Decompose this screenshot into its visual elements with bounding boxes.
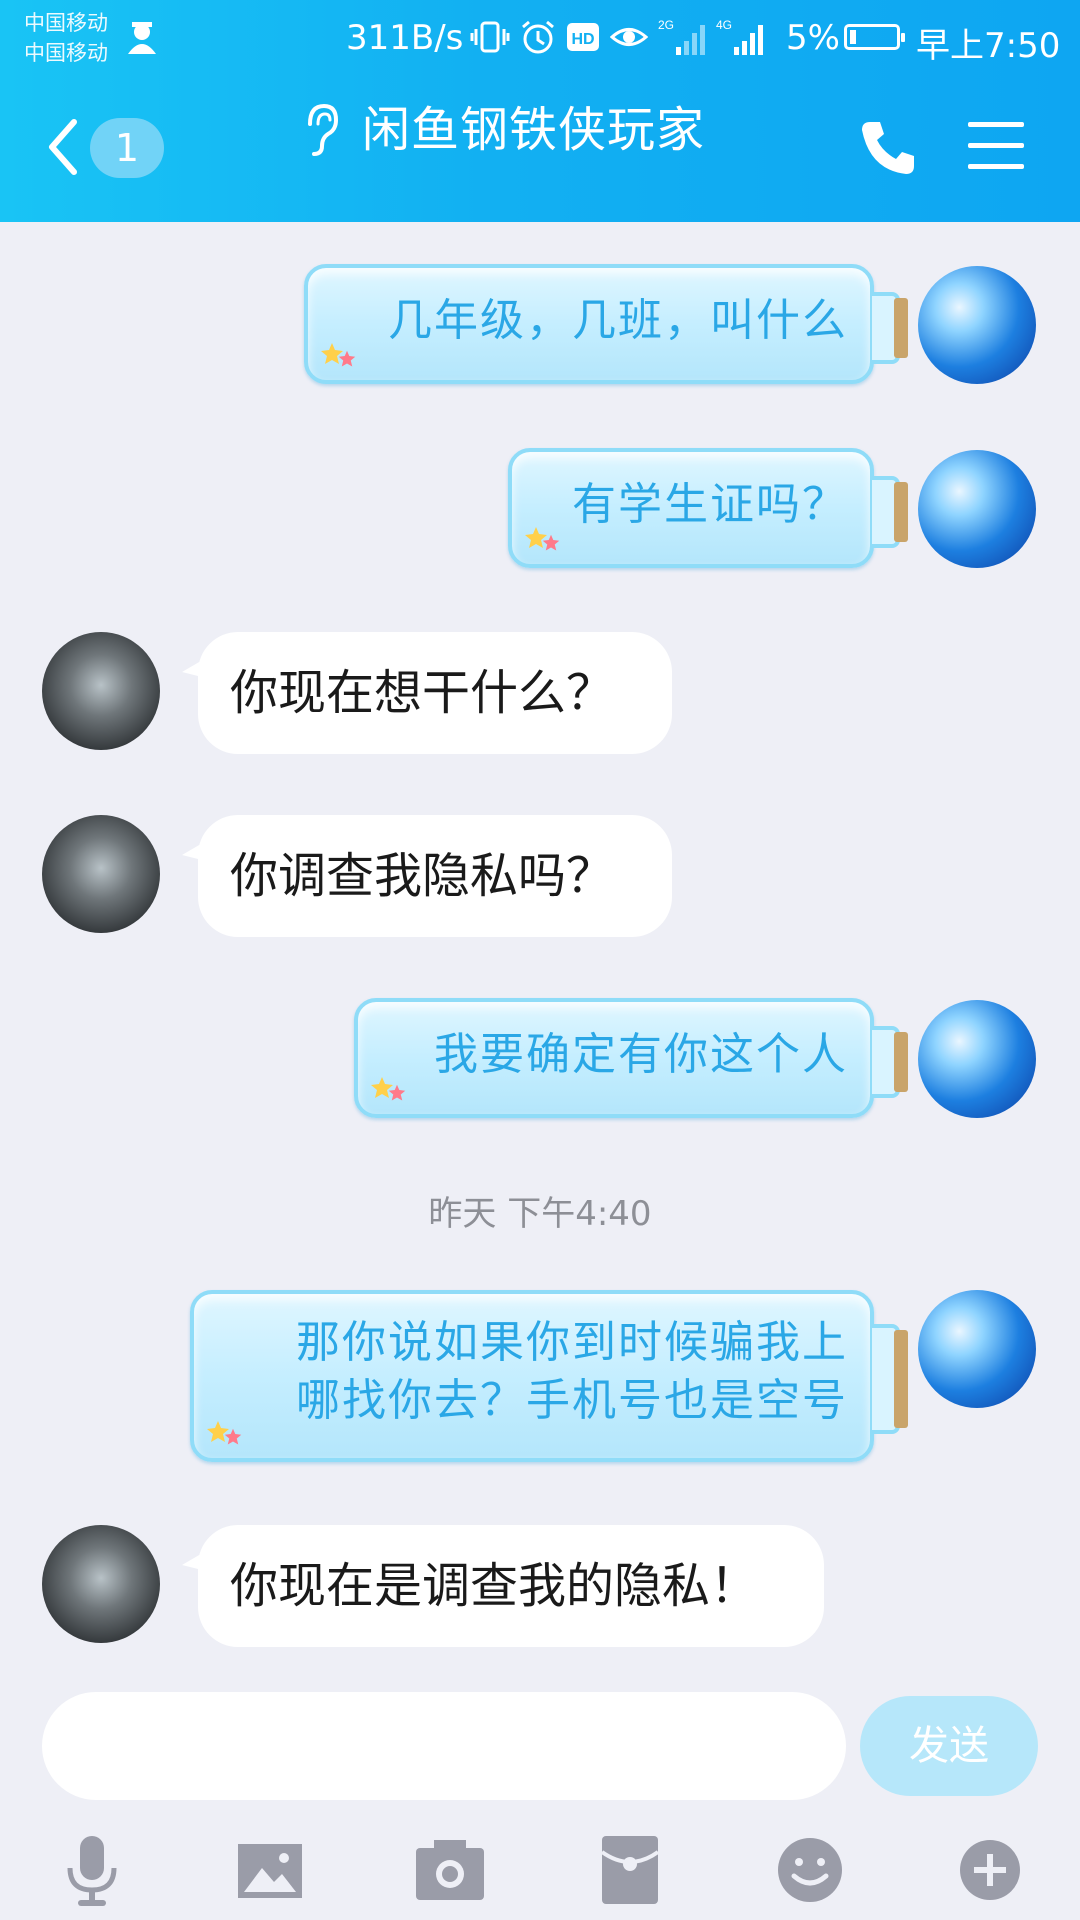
battery-icon bbox=[844, 24, 905, 50]
message-bubble-outgoing[interactable]: 几年级，几班，叫什么 bbox=[304, 264, 908, 384]
red-packet-icon[interactable] bbox=[590, 1830, 670, 1910]
message-text: 几年级，几班，叫什么 bbox=[388, 295, 848, 346]
message-text: 你现在是调查我的隐私！ bbox=[230, 1558, 759, 1614]
star-icon bbox=[224, 1428, 242, 1445]
message-text: 有学生证吗？ bbox=[572, 479, 848, 530]
signal-2g-icon: 2G bbox=[658, 18, 705, 55]
chat-header: 中国移动 中国移动 311B/s HD 2G 4G 5% 早上7:50 1 闲鱼… bbox=[0, 0, 1080, 222]
signal-4g-icon: 4G bbox=[716, 18, 763, 55]
message-bubble-incoming[interactable]: 你现在想干什么？ bbox=[182, 632, 672, 754]
image-icon[interactable] bbox=[230, 1830, 310, 1910]
carrier-person-icon bbox=[128, 22, 156, 54]
status-time: 早上7:50 bbox=[916, 26, 1061, 66]
carrier-2: 中国移动 bbox=[24, 41, 108, 65]
message-line: 那你说如果你到时候骗我上 bbox=[296, 1317, 848, 1368]
ear-icon[interactable] bbox=[300, 102, 340, 158]
message-line: 哪找你去？手机号也是空号 bbox=[296, 1375, 848, 1426]
carrier-1: 中国移动 bbox=[24, 11, 108, 35]
hd-icon: HD bbox=[567, 23, 599, 51]
menu-button[interactable] bbox=[968, 122, 1024, 170]
message-text: 你现在想干什么？ bbox=[230, 665, 615, 721]
chat-title[interactable]: 闲鱼钢铁侠玩家 bbox=[362, 100, 705, 160]
message-bubble-outgoing[interactable]: 那你说如果你到时候骗我上 哪找你去？手机号也是空号 bbox=[190, 1290, 908, 1462]
svg-text:HD: HD bbox=[571, 31, 594, 48]
avatar-self[interactable] bbox=[918, 450, 1036, 568]
network-label-4g: 4G bbox=[716, 18, 732, 32]
alarm-icon bbox=[522, 20, 554, 54]
input-toolbar bbox=[0, 1820, 1080, 1920]
unread-count-badge[interactable]: 1 bbox=[90, 118, 164, 178]
camera-icon[interactable] bbox=[410, 1830, 490, 1910]
avatar-contact[interactable] bbox=[42, 632, 160, 750]
message-bubble-outgoing[interactable]: 有学生证吗？ bbox=[508, 448, 908, 568]
star-icon bbox=[388, 1084, 406, 1101]
avatar-self[interactable] bbox=[918, 1290, 1036, 1408]
emoji-icon[interactable] bbox=[770, 1830, 850, 1910]
message-text: 我要确定有你这个人 bbox=[434, 1029, 848, 1080]
message-text: 你调查我隐私吗？ bbox=[230, 848, 615, 904]
star-icon bbox=[542, 534, 560, 551]
plus-icon[interactable] bbox=[950, 1830, 1030, 1910]
message-bubble-incoming[interactable]: 你现在是调查我的隐私！ bbox=[182, 1525, 824, 1647]
avatar-self[interactable] bbox=[918, 1000, 1036, 1118]
net-speed: 311B/s bbox=[346, 18, 464, 58]
avatar-self[interactable] bbox=[918, 266, 1036, 384]
message-input[interactable] bbox=[42, 1692, 846, 1800]
avatar-contact[interactable] bbox=[42, 815, 160, 933]
microphone-icon[interactable] bbox=[52, 1830, 132, 1910]
eye-icon bbox=[610, 28, 648, 46]
battery-percent: 5% bbox=[786, 18, 840, 58]
message-bubble-outgoing[interactable]: 我要确定有你这个人 bbox=[354, 998, 908, 1118]
status-bar: 中国移动 中国移动 311B/s HD 2G 4G 5% 早上7:50 bbox=[0, 0, 1080, 76]
timestamp-divider: 昨天 下午4:40 bbox=[428, 1194, 652, 1234]
status-icons: HD 2G 4G bbox=[470, 16, 764, 58]
star-icon bbox=[338, 350, 356, 367]
network-label-2g: 2G bbox=[658, 18, 674, 32]
message-bubble-incoming[interactable]: 你调查我隐私吗？ bbox=[182, 815, 672, 937]
send-button[interactable]: 发送 bbox=[860, 1696, 1038, 1796]
phone-icon[interactable] bbox=[856, 116, 920, 180]
carrier-labels: 中国移动 中国移动 bbox=[24, 8, 108, 68]
avatar-contact[interactable] bbox=[42, 1525, 160, 1643]
vibrate-icon bbox=[470, 21, 510, 53]
message-text: 那你说如果你到时候骗我上 哪找你去？手机号也是空号 bbox=[296, 1314, 848, 1430]
